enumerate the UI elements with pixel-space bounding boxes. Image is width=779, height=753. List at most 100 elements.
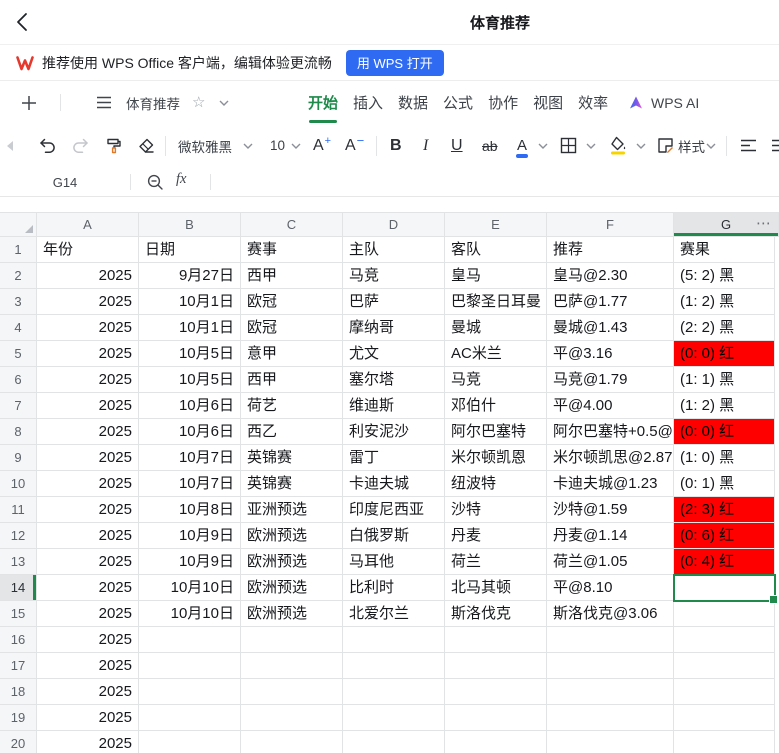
column-header-c[interactable]: C (241, 212, 343, 237)
cell[interactable] (139, 705, 241, 731)
cell[interactable]: 10月6日 (139, 393, 241, 419)
cell-reference-box[interactable]: G14 (0, 168, 130, 196)
fill-color-button[interactable] (609, 124, 627, 167)
font-color-button[interactable]: A (517, 124, 527, 167)
cell[interactable] (241, 627, 343, 653)
cell[interactable]: 10月6日 (139, 419, 241, 445)
result-cell-red[interactable]: (0: 0) 红 (674, 419, 775, 445)
cell[interactable]: 荷兰@1.05 (547, 549, 674, 575)
cell[interactable]: 2025 (37, 393, 139, 419)
align-center-button[interactable] (771, 124, 779, 167)
cell[interactable] (674, 627, 775, 653)
row-number[interactable]: 3 (0, 289, 37, 315)
row-number[interactable]: 1 (0, 237, 37, 263)
zoom-button[interactable] (146, 168, 164, 196)
column-header-b[interactable]: B (139, 212, 241, 237)
cell[interactable] (674, 653, 775, 679)
cell[interactable]: 邓伯什 (445, 393, 547, 419)
cell[interactable]: 2025 (37, 653, 139, 679)
cell[interactable]: (1: 2) 黑 (674, 289, 775, 315)
cell[interactable]: 斯洛伐克 (445, 601, 547, 627)
font-size-select[interactable]: 10 (270, 124, 285, 167)
cell[interactable]: 10月7日 (139, 445, 241, 471)
cell[interactable]: (1: 1) 黑 (674, 367, 775, 393)
cell[interactable]: 2025 (37, 679, 139, 705)
cell[interactable]: 丹麦@1.14 (547, 523, 674, 549)
cell[interactable]: 10月10日 (139, 601, 241, 627)
row-number[interactable]: 16 (0, 627, 37, 653)
cell[interactable] (343, 627, 445, 653)
cell[interactable]: 马竞 (343, 263, 445, 289)
cell[interactable]: 皇马 (445, 263, 547, 289)
redo-button[interactable] (71, 124, 90, 167)
column-header-d[interactable]: D (343, 212, 445, 237)
cell-style-dropdown[interactable] (706, 124, 716, 167)
cell[interactable]: 北马其顿 (445, 575, 547, 601)
cell[interactable]: 英锦赛 (241, 471, 343, 497)
cell[interactable]: 客队 (445, 237, 547, 263)
cell[interactable]: 斯洛伐克@3.06 (547, 601, 674, 627)
doc-title-dropdown[interactable] (219, 81, 229, 124)
cell[interactable] (139, 627, 241, 653)
cell[interactable]: 欧冠 (241, 289, 343, 315)
cell[interactable] (139, 653, 241, 679)
cell[interactable] (445, 705, 547, 731)
cell[interactable]: (2: 2) 黑 (674, 315, 775, 341)
format-painter-button[interactable] (104, 124, 122, 167)
cell[interactable] (547, 653, 674, 679)
cell[interactable]: 卡迪夫城@1.23 (547, 471, 674, 497)
cell[interactable] (547, 731, 674, 753)
cell[interactable] (547, 679, 674, 705)
cell[interactable]: 荷兰 (445, 549, 547, 575)
cell[interactable]: (1: 0) 黑 (674, 445, 775, 471)
cell[interactable] (241, 705, 343, 731)
cell[interactable]: 欧洲预选 (241, 523, 343, 549)
italic-button[interactable]: I (423, 124, 428, 167)
cell[interactable]: 沙特@1.59 (547, 497, 674, 523)
cell[interactable] (547, 705, 674, 731)
font-name-select[interactable]: 微软雅黑 (178, 124, 232, 167)
cell[interactable]: 欧洲预选 (241, 575, 343, 601)
cell[interactable] (674, 679, 775, 705)
cell[interactable]: AC米兰 (445, 341, 547, 367)
result-cell-red[interactable]: (0: 4) 红 (674, 549, 775, 575)
cell[interactable]: 马竞@1.79 (547, 367, 674, 393)
cell[interactable]: 英锦赛 (241, 445, 343, 471)
cell[interactable] (445, 627, 547, 653)
cell[interactable] (343, 679, 445, 705)
cell[interactable]: 2025 (37, 497, 139, 523)
cell[interactable]: 欧冠 (241, 315, 343, 341)
row-number[interactable]: 11 (0, 497, 37, 523)
cell[interactable]: 10月8日 (139, 497, 241, 523)
cell[interactable]: 印度尼西亚 (343, 497, 445, 523)
cell[interactable] (445, 679, 547, 705)
cell[interactable]: 2025 (37, 445, 139, 471)
row-number[interactable]: 8 (0, 419, 37, 445)
cell[interactable]: 2025 (37, 419, 139, 445)
cell[interactable]: 欧洲预选 (241, 549, 343, 575)
result-cell-red[interactable]: (0: 6) 红 (674, 523, 775, 549)
cell[interactable]: (0: 1) 黑 (674, 471, 775, 497)
cell[interactable] (343, 653, 445, 679)
sheet-menu-button[interactable] (96, 81, 112, 124)
underline-button[interactable]: U (451, 124, 463, 167)
cell[interactable]: 阿尔巴塞特 (445, 419, 547, 445)
fill-color-dropdown[interactable] (636, 124, 646, 167)
cell[interactable] (139, 731, 241, 753)
cell[interactable]: 平@8.10 (547, 575, 674, 601)
row-number[interactable]: 10 (0, 471, 37, 497)
cell[interactable]: 巴萨@1.77 (547, 289, 674, 315)
cell[interactable] (343, 705, 445, 731)
cell[interactable]: 米尔顿凯思@2.87 (547, 445, 674, 471)
cell[interactable] (139, 679, 241, 705)
cell[interactable]: 平@3.16 (547, 341, 674, 367)
cell[interactable]: 马耳他 (343, 549, 445, 575)
cell[interactable]: 2025 (37, 341, 139, 367)
cell[interactable]: 塞尔塔 (343, 367, 445, 393)
cell[interactable]: 赛果 (674, 237, 775, 263)
row-number[interactable]: 6 (0, 367, 37, 393)
column-header-f[interactable]: F (547, 212, 674, 237)
cell[interactable]: 巴黎圣日耳曼 (445, 289, 547, 315)
undo-button[interactable] (38, 124, 57, 167)
cell[interactable]: 2025 (37, 471, 139, 497)
